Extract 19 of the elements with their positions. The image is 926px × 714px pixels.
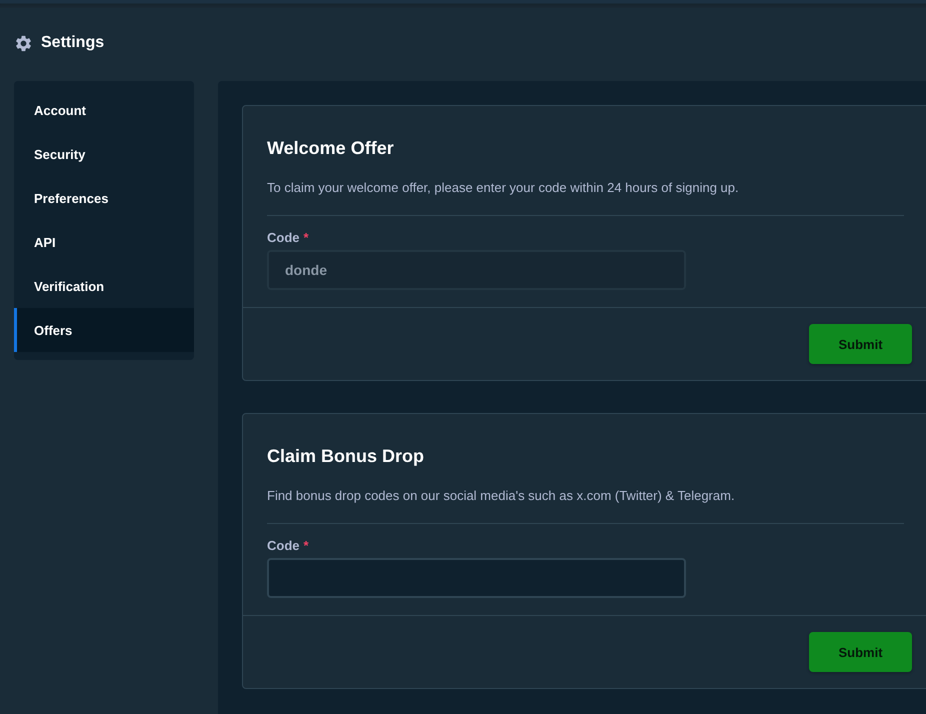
sidebar-item[interactable]: Security xyxy=(14,132,194,176)
sidebar-item[interactable]: Verification xyxy=(14,264,194,308)
submit-button[interactable]: Submit xyxy=(809,632,912,672)
card-title: Claim Bonus Drop xyxy=(267,445,426,468)
card-title: Welcome Offer xyxy=(267,137,395,160)
required-mark: * xyxy=(304,538,309,554)
sidebar-item[interactable]: Offers xyxy=(14,308,194,352)
required-mark: * xyxy=(304,230,309,246)
code-input[interactable] xyxy=(267,558,686,598)
card-description: To claim your welcome offer, please enter your code within 24 hours of signing up. xyxy=(267,180,740,196)
sidebar-item[interactable]: Preferences xyxy=(14,176,194,220)
card-description: Find bonus drop codes on our social media's such as x.com (Twitter) & Telegram. xyxy=(267,488,736,504)
page-title: Settings xyxy=(41,33,104,53)
field-label: Code xyxy=(267,230,300,246)
sidebar-item[interactable]: API xyxy=(14,220,194,264)
sidebar-item[interactable]: Account xyxy=(14,88,194,132)
settings-icon xyxy=(14,34,33,52)
submit-button[interactable]: Submit xyxy=(809,324,912,364)
field-label: Code xyxy=(267,538,300,554)
